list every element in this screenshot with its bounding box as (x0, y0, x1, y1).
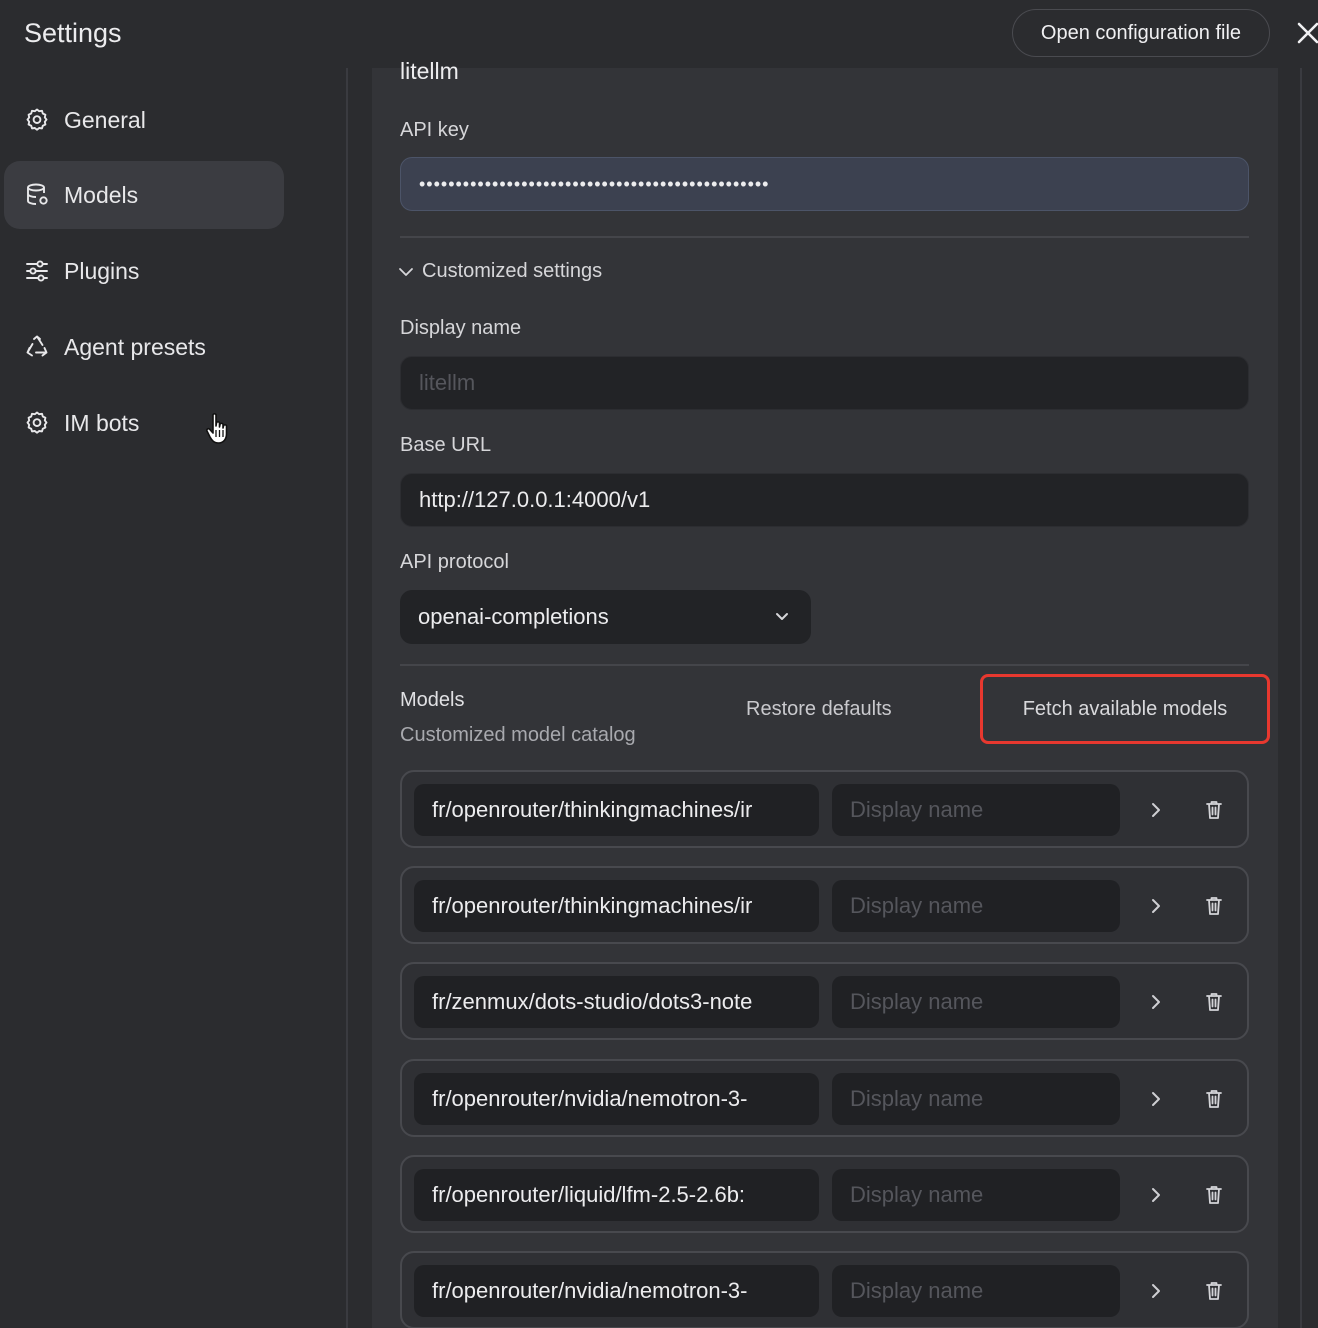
model-row: fr/zenmux/dots-studio/dots3-note Display … (400, 962, 1249, 1040)
model-display-name-placeholder: Display name (850, 797, 984, 822)
sidebar-item-label: Models (64, 181, 139, 208)
base-url-value: http://127.0.0.1:4000/v1 (419, 487, 651, 512)
base-url-label: Base URL (400, 434, 492, 456)
provider-name: litellm (400, 58, 459, 84)
close-button[interactable] (1294, 18, 1318, 48)
model-display-name-placeholder: Display name (850, 1182, 984, 1207)
trash-icon[interactable] (1202, 1183, 1226, 1207)
scrollbar-track[interactable] (1300, 68, 1302, 1328)
model-id-input[interactable]: fr/zenmux/dots-studio/dots3-note (414, 976, 819, 1028)
api-protocol-select[interactable]: openai-completions (400, 590, 811, 644)
model-row: fr/openrouter/thinkingmachines/ir Display… (400, 866, 1249, 944)
model-row: fr/openrouter/liquid/lfm-2.5-2.6b: Displa… (400, 1155, 1249, 1233)
chevron-right-icon[interactable] (1146, 799, 1166, 821)
model-id-input[interactable]: fr/openrouter/thinkingmachines/ir (414, 880, 819, 932)
customized-settings-toggle[interactable]: Customized settings (396, 260, 602, 283)
chevron-right-icon[interactable] (1146, 1088, 1166, 1110)
sidebar-item-plugins[interactable]: Plugins (4, 237, 284, 305)
trash-icon[interactable] (1202, 1279, 1226, 1303)
trash-icon[interactable] (1202, 1087, 1226, 1111)
model-id-input[interactable]: fr/openrouter/nvidia/nemotron-3- (414, 1073, 819, 1125)
model-id-value: fr/openrouter/liquid/lfm-2.5-2.6b: (432, 1182, 746, 1207)
recycle-icon (22, 332, 52, 362)
model-row: fr/openrouter/thinkingmachines/ir Display… (400, 770, 1249, 848)
hand-cursor-icon (204, 412, 232, 446)
model-display-name-placeholder: Display name (850, 989, 984, 1014)
api-protocol-label: API protocol (400, 551, 509, 573)
model-display-name-input[interactable]: Display name (832, 976, 1120, 1028)
sidebar-item-im-bots[interactable]: IM bots (4, 389, 284, 457)
open-configuration-file-button[interactable]: Open configuration file (1012, 9, 1270, 57)
settings-title: Settings (24, 18, 122, 48)
trash-icon[interactable] (1202, 798, 1226, 822)
model-id-value: fr/openrouter/thinkingmachines/ir (432, 797, 753, 822)
model-id-input[interactable]: fr/openrouter/nvidia/nemotron-3- (414, 1265, 819, 1317)
model-row: fr/openrouter/nvidia/nemotron-3- Display … (400, 1251, 1249, 1328)
sidebar-item-agent-presets[interactable]: Agent presets (4, 313, 284, 381)
display-name-label: Display name (400, 317, 522, 339)
base-url-input[interactable]: http://127.0.0.1:4000/v1 (400, 473, 1249, 527)
chevron-right-icon[interactable] (1146, 991, 1166, 1013)
trash-icon[interactable] (1202, 990, 1226, 1014)
fetch-available-models-button[interactable]: Fetch available models (980, 674, 1270, 744)
display-name-placeholder: litellm (419, 370, 476, 395)
chevron-right-icon[interactable] (1146, 1280, 1166, 1302)
model-id-value: fr/openrouter/nvidia/nemotron-3- (432, 1278, 748, 1303)
api-key-label: API key (400, 119, 469, 141)
section-divider (400, 664, 1249, 666)
sidebar-item-general[interactable]: General (4, 86, 284, 154)
model-id-value: fr/zenmux/dots-studio/dots3-note (432, 989, 753, 1014)
model-id-input[interactable]: fr/openrouter/liquid/lfm-2.5-2.6b: (414, 1169, 819, 1221)
chevron-right-icon[interactable] (1146, 895, 1166, 917)
gear-icon (22, 105, 52, 135)
model-display-name-placeholder: Display name (850, 893, 984, 918)
sidebar-item-label: Agent presets (64, 333, 206, 360)
model-row: fr/openrouter/nvidia/nemotron-3- Display … (400, 1059, 1249, 1137)
api-protocol-value: openai-completions (418, 604, 609, 629)
model-display-name-input[interactable]: Display name (832, 1265, 1120, 1317)
model-display-name-input[interactable]: Display name (832, 880, 1120, 932)
chevron-down-icon (776, 613, 788, 620)
restore-defaults-button[interactable]: Restore defaults (746, 698, 892, 721)
trash-icon[interactable] (1202, 894, 1226, 918)
database-icon (22, 180, 52, 210)
sidebar-divider (346, 68, 348, 1328)
api-key-value: ••••••••••••••••••••••••••••••••••••••••… (419, 173, 770, 194)
chevron-down-icon (396, 262, 416, 282)
fetch-available-models-label: Fetch available models (1022, 697, 1228, 720)
model-display-name-input[interactable]: Display name (832, 784, 1120, 836)
model-display-name-input[interactable]: Display name (832, 1169, 1120, 1221)
api-key-input[interactable]: ••••••••••••••••••••••••••••••••••••••••… (400, 157, 1249, 211)
chevron-right-icon[interactable] (1146, 1184, 1166, 1206)
model-display-name-placeholder: Display name (850, 1278, 984, 1303)
display-name-input[interactable]: litellm (400, 356, 1249, 410)
model-display-name-input[interactable]: Display name (832, 1073, 1120, 1125)
sidebar-item-label: General (64, 106, 146, 133)
section-divider (400, 236, 1249, 238)
models-subtitle: Customized model catalog (400, 724, 636, 746)
close-icon (1297, 22, 1318, 44)
sidebar-item-label: Plugins (64, 257, 140, 284)
models-title: Models (400, 689, 465, 711)
gear-icon (22, 408, 52, 438)
model-id-value: fr/openrouter/nvidia/nemotron-3- (432, 1086, 748, 1111)
sidebar-item-models[interactable]: Models (4, 161, 284, 229)
sidebar-item-label: IM bots (64, 409, 140, 436)
model-id-input[interactable]: fr/openrouter/thinkingmachines/ir (414, 784, 819, 836)
model-display-name-placeholder: Display name (850, 1086, 984, 1111)
model-id-value: fr/openrouter/thinkingmachines/ir (432, 893, 753, 918)
customized-settings-label: Customized settings (422, 260, 603, 282)
sliders-icon (22, 256, 52, 286)
